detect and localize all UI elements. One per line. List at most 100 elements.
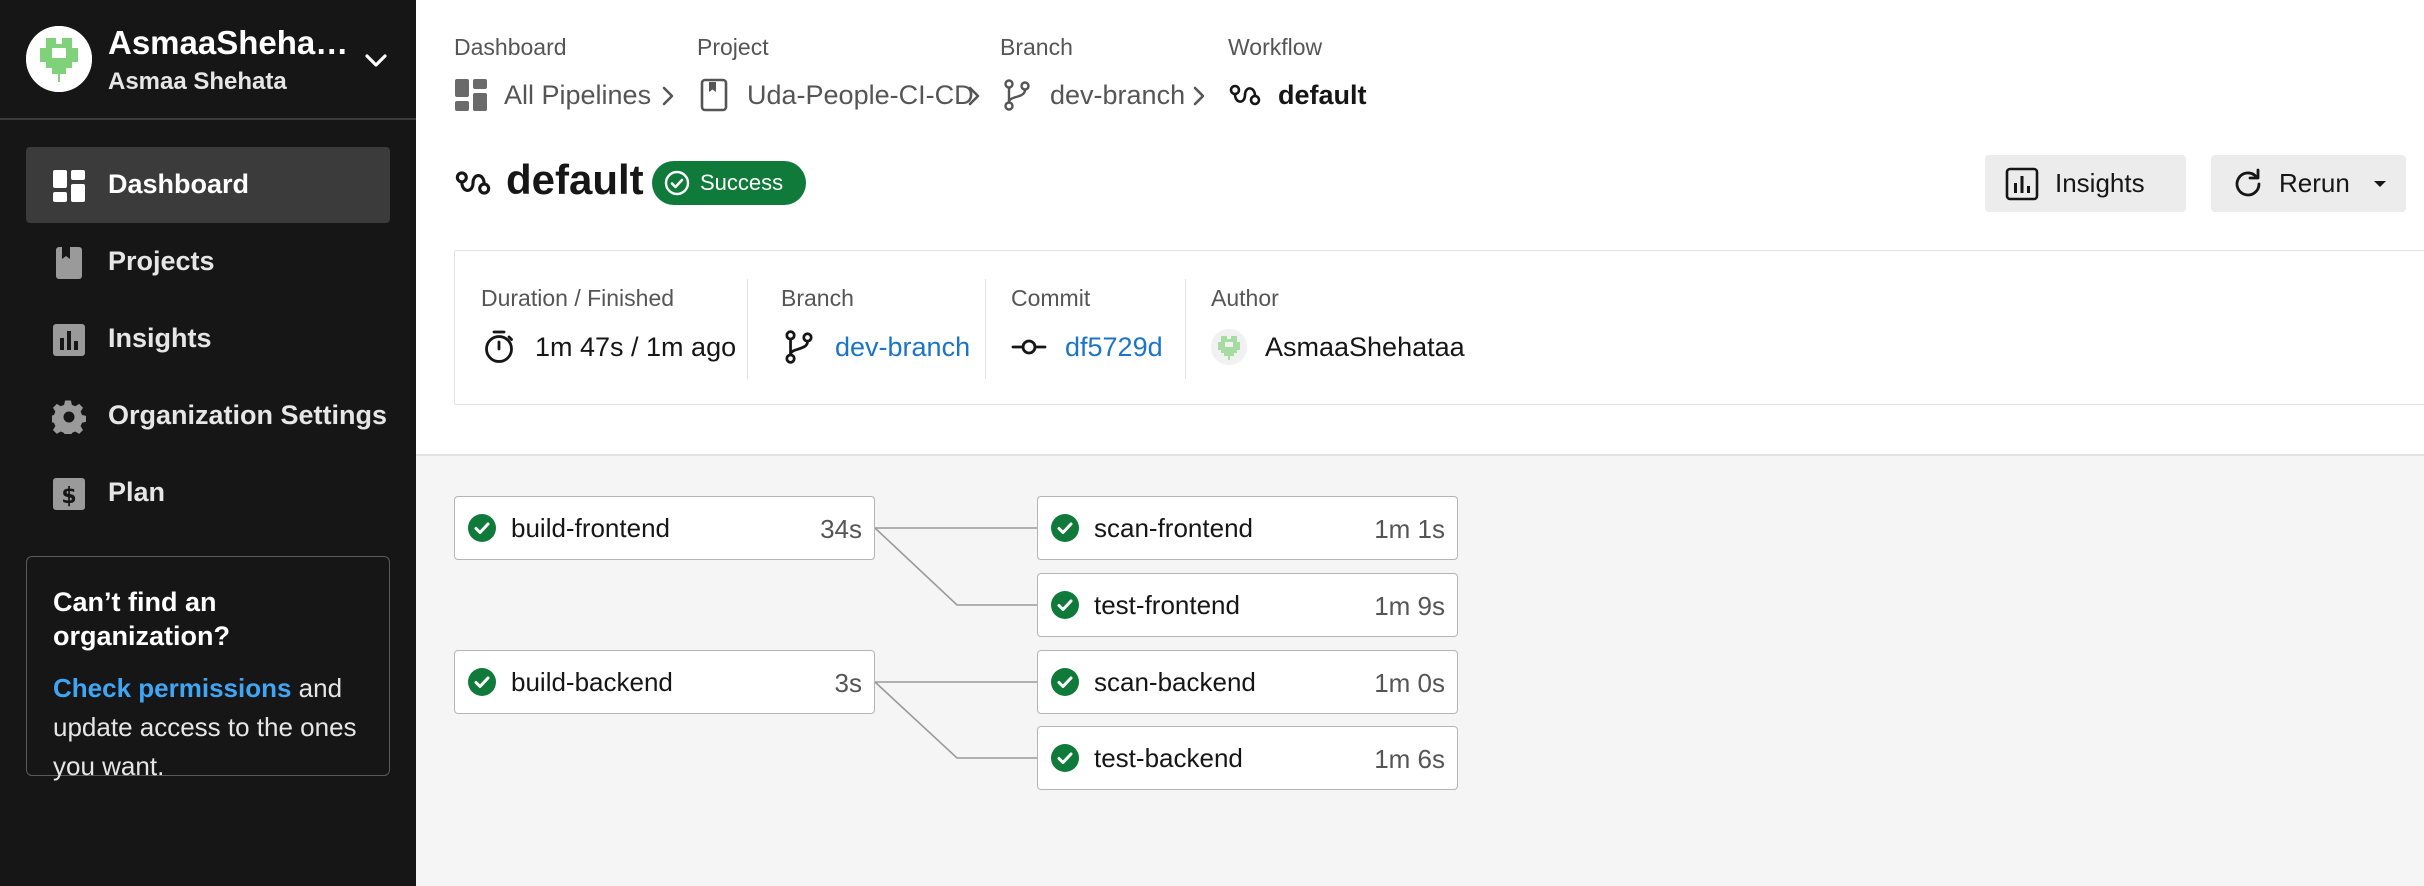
job-duration: 1m 6s xyxy=(1374,744,1445,774)
breadcrumb-value[interactable]: default xyxy=(1228,78,1367,112)
sidebar-item-dashboard[interactable]: Dashboard xyxy=(26,147,390,223)
sidebar-item-organization-settings[interactable]: Organization Settings xyxy=(26,378,390,454)
success-icon xyxy=(1050,743,1080,773)
insights-icon xyxy=(2005,167,2039,201)
insights-button-label: Insights xyxy=(2055,168,2145,198)
breadcrumb-text: All Pipelines xyxy=(504,79,652,110)
branch-icon xyxy=(781,329,817,365)
sidebar-item-projects[interactable]: Projects xyxy=(26,224,390,300)
job-name: scan-frontend xyxy=(1094,513,1253,543)
job-duration: 34s xyxy=(820,514,862,544)
status-badge: Success xyxy=(652,161,806,205)
check-permissions-link[interactable]: Check permissions xyxy=(53,673,291,703)
author-label: Author xyxy=(1211,285,1279,311)
breadcrumb-label: Dashboard xyxy=(454,34,567,60)
divider xyxy=(1185,279,1186,379)
org-help-box: Can’t find an organization? Check permis… xyxy=(26,556,390,781)
workflow-graph: build-frontend 34s build-backend 3s scan… xyxy=(416,458,2424,886)
breadcrumb-label: Workflow xyxy=(1228,34,1323,60)
chevron-down-icon[interactable] xyxy=(360,44,392,76)
success-icon xyxy=(467,513,497,543)
timer-icon xyxy=(481,329,517,365)
job-duration: 3s xyxy=(834,668,862,698)
commit-label: Commit xyxy=(1011,285,1091,311)
sidebar-item-label: Projects xyxy=(108,246,215,276)
duration-label: Duration / Finished xyxy=(481,285,675,311)
sidebar-item-label: Organization Settings xyxy=(108,400,388,430)
org-switcher[interactable]: AsmaaShehat… Asmaa Shehata xyxy=(0,0,416,120)
job-scan-backend[interactable]: scan-backend 1m 0s xyxy=(1037,650,1458,714)
breadcrumb-dashboard[interactable]: Dashboard All Pipelines xyxy=(454,34,651,111)
workflow-info-card: Duration / Finished 1m 47s / 1m ago Bran… xyxy=(454,250,2424,405)
commit-link[interactable]: df5729d xyxy=(1065,332,1163,363)
workflow-icon xyxy=(1228,78,1262,112)
help-text: Check permissions and update access to t… xyxy=(53,669,363,786)
sidebar-item-label: Insights xyxy=(108,323,212,353)
org-user-name: Asmaa Shehata xyxy=(108,68,287,95)
breadcrumb-label: Branch xyxy=(1000,34,1073,60)
insights-icon xyxy=(52,323,86,357)
rerun-button-label: Rerun xyxy=(2279,168,2350,198)
breadcrumb-value[interactable]: dev-branch xyxy=(1000,78,1185,112)
commit-value-row: df5729d xyxy=(1011,329,1163,365)
page-title: default xyxy=(506,156,644,203)
job-test-frontend[interactable]: test-frontend 1m 9s xyxy=(1037,573,1458,637)
job-name: build-backend xyxy=(511,667,673,697)
job-scan-frontend[interactable]: scan-frontend 1m 1s xyxy=(1037,496,1458,560)
breadcrumb-value[interactable]: Uda-People-CI-CD xyxy=(697,78,974,112)
refresh-icon xyxy=(2231,167,2265,201)
job-test-backend[interactable]: test-backend 1m 6s xyxy=(1037,726,1458,790)
job-build-backend[interactable]: build-backend 3s xyxy=(454,650,875,714)
breadcrumb-project[interactable]: Project Uda-People-CI-CD xyxy=(697,34,974,112)
job-name: test-frontend xyxy=(1094,590,1240,620)
breadcrumb-branch[interactable]: Branch dev-branch xyxy=(1000,34,1185,111)
sidebar: AsmaaShehat… Asmaa Shehata Dashboard Pro… xyxy=(0,0,416,886)
job-name: build-frontend xyxy=(511,513,670,543)
success-icon xyxy=(467,667,497,697)
branch-link[interactable]: dev-branch xyxy=(835,332,970,363)
job-duration: 1m 9s xyxy=(1374,591,1445,621)
workflow-header: Dashboard All Pipelines Project Uda-Peop… xyxy=(416,0,2424,456)
connector-build-frontend-test-frontend xyxy=(874,527,1037,606)
sidebar-item-label: Plan xyxy=(108,477,166,507)
branch-label: Branch xyxy=(781,285,854,311)
divider xyxy=(985,279,986,379)
divider xyxy=(747,279,748,379)
job-name: scan-backend xyxy=(1094,667,1256,697)
help-title: Can’t find an organization? xyxy=(53,587,230,651)
breadcrumb-text: Uda-People-CI-CD xyxy=(747,79,974,110)
status-text: Success xyxy=(700,170,784,195)
chevron-right-icon xyxy=(656,82,680,110)
rerun-button[interactable]: Rerun xyxy=(2211,155,2406,212)
breadcrumb-text: dev-branch xyxy=(1050,79,1186,110)
chevron-right-icon xyxy=(1187,82,1211,110)
branch-value-row: dev-branch xyxy=(781,329,970,365)
caret-down-icon xyxy=(2370,174,2390,194)
duration-value: 1m 47s / 1m ago xyxy=(535,331,737,362)
chevron-right-icon xyxy=(962,82,986,110)
breadcrumb-value[interactable]: All Pipelines xyxy=(454,78,651,112)
org-name: AsmaaShehat… xyxy=(108,24,358,61)
insights-button[interactable]: Insights xyxy=(1985,155,2186,212)
success-icon xyxy=(1050,590,1080,620)
sidebar-item-insights[interactable]: Insights xyxy=(26,301,390,377)
breadcrumb-text: default xyxy=(1278,79,1367,110)
connector-build-backend-test-backend xyxy=(874,681,1037,759)
duration-value-row: 1m 47s / 1m ago xyxy=(481,329,736,365)
job-build-frontend[interactable]: build-frontend 34s xyxy=(454,496,875,560)
check-circle-icon xyxy=(664,170,690,196)
projects-icon xyxy=(52,246,86,280)
sidebar-item-plan[interactable]: $ Plan xyxy=(26,455,390,531)
project-icon xyxy=(697,78,731,112)
commit-icon xyxy=(1011,329,1047,365)
dashboard-icon xyxy=(52,169,86,203)
success-icon xyxy=(1050,667,1080,697)
sidebar-item-label: Dashboard xyxy=(108,169,250,199)
job-duration: 1m 1s xyxy=(1374,514,1445,544)
author-avatar xyxy=(1211,329,1247,365)
breadcrumb-label: Project xyxy=(697,34,769,60)
branch-icon xyxy=(1000,78,1034,112)
breadcrumb-workflow[interactable]: Workflow default xyxy=(1228,34,1367,110)
author-value-row: AsmaaShehataa xyxy=(1211,329,1465,365)
job-duration: 1m 0s xyxy=(1374,668,1445,698)
